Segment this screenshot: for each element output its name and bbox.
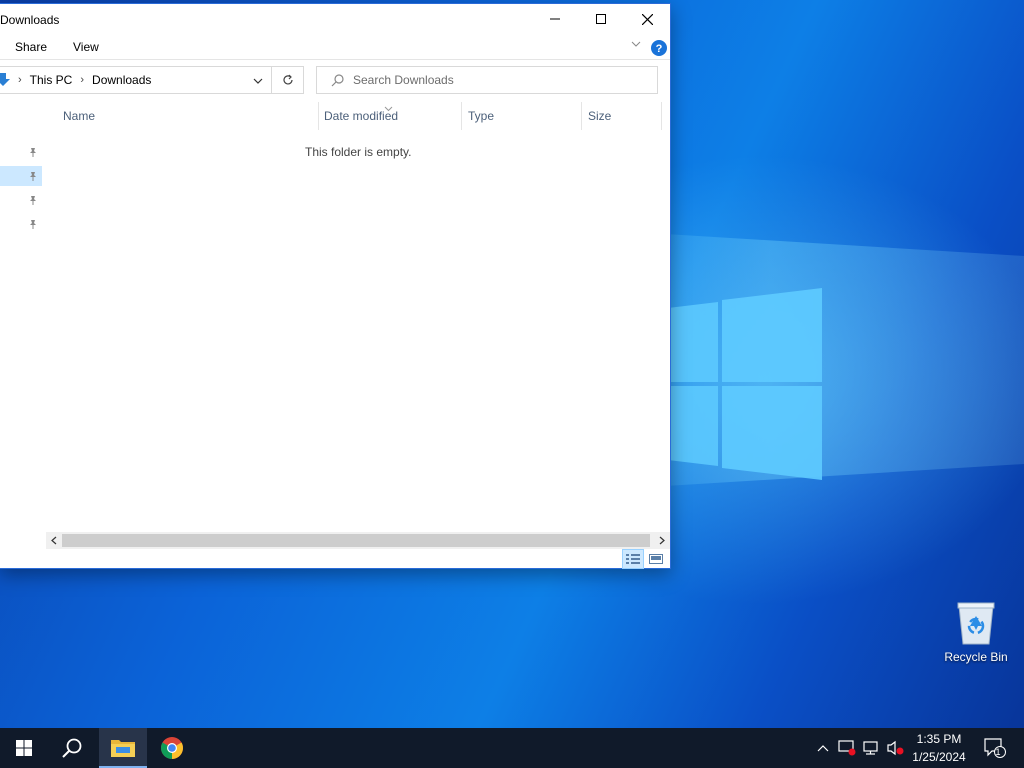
search-icon bbox=[331, 74, 344, 87]
close-button[interactable] bbox=[624, 4, 670, 34]
breadcrumb-this-pc[interactable]: This PC bbox=[30, 73, 73, 87]
volume-muted-icon bbox=[887, 740, 904, 756]
clock-date: 1/25/2024 bbox=[912, 750, 966, 764]
scrollbar-thumb[interactable] bbox=[62, 534, 650, 547]
column-header-size[interactable]: Size bbox=[588, 102, 611, 130]
refresh-icon bbox=[282, 74, 293, 85]
column-divider[interactable] bbox=[318, 102, 319, 130]
large-icons-view-icon bbox=[649, 554, 663, 564]
expand-ribbon-button[interactable] bbox=[630, 38, 642, 53]
nav-quick-access-item[interactable] bbox=[0, 166, 42, 186]
nav-quick-access-item[interactable] bbox=[0, 214, 42, 234]
nav-quick-access-item[interactable] bbox=[0, 142, 42, 162]
chevron-down-icon bbox=[631, 41, 641, 47]
empty-folder-message: This folder is empty. bbox=[305, 145, 412, 159]
taskbar-chrome[interactable] bbox=[148, 728, 196, 768]
column-divider[interactable] bbox=[461, 102, 462, 130]
pin-icon bbox=[30, 196, 36, 205]
pin-icon bbox=[30, 172, 36, 181]
start-button[interactable] bbox=[0, 728, 48, 768]
breadcrumb-separator-icon: › bbox=[18, 74, 22, 86]
column-divider[interactable] bbox=[661, 102, 662, 130]
breadcrumb-downloads[interactable]: Downloads bbox=[92, 73, 151, 87]
large-icons-view-button[interactable] bbox=[645, 549, 667, 569]
search-box[interactable]: Search Downloads bbox=[316, 66, 658, 94]
svg-text:?: ? bbox=[656, 43, 663, 55]
horizontal-scrollbar[interactable] bbox=[46, 532, 670, 549]
ribbon: Share View ? bbox=[0, 34, 670, 60]
search-input[interactable]: Search Downloads bbox=[353, 73, 454, 87]
clock-time: 1:35 PM bbox=[916, 732, 962, 746]
action-center-button[interactable]: 1 bbox=[980, 728, 1010, 768]
chevron-down-icon bbox=[253, 78, 263, 84]
file-explorer-icon bbox=[111, 740, 135, 757]
close-icon bbox=[641, 13, 653, 25]
chevron-right-icon bbox=[659, 536, 665, 545]
column-header-name[interactable]: Name bbox=[63, 102, 95, 130]
chrome-icon bbox=[161, 737, 183, 759]
nav-quick-access-item[interactable] bbox=[0, 190, 42, 210]
help-button[interactable]: ? bbox=[651, 40, 667, 59]
details-view-icon bbox=[626, 554, 640, 564]
volume-button[interactable] bbox=[884, 728, 906, 768]
address-bar[interactable]: › This PC › Downloads bbox=[0, 66, 272, 94]
taskbar: 1:35 PM 1/25/2024 1 bbox=[0, 728, 1024, 768]
windows-logo-wallpaper bbox=[668, 288, 822, 480]
title-bar[interactable]: Downloads bbox=[0, 4, 670, 34]
breadcrumb-separator-icon: › bbox=[80, 74, 85, 86]
recycle-bin-desktop-icon[interactable]: Recycle Bin bbox=[940, 600, 1012, 664]
scroll-right-button[interactable] bbox=[654, 532, 670, 549]
taskbar-search-button[interactable] bbox=[48, 728, 96, 768]
column-divider[interactable] bbox=[581, 102, 582, 130]
search-icon bbox=[62, 738, 82, 758]
maximize-button[interactable] bbox=[578, 4, 624, 34]
windows-start-icon bbox=[16, 740, 32, 756]
chevron-left-icon bbox=[51, 536, 57, 545]
notification-count-badge: 1 bbox=[995, 747, 1001, 757]
refresh-button[interactable] bbox=[272, 66, 304, 94]
pin-icon bbox=[30, 220, 36, 229]
window-title: Downloads bbox=[0, 13, 60, 27]
network-icon bbox=[863, 741, 878, 755]
chevron-up-icon bbox=[817, 745, 829, 752]
ribbon-tab-view[interactable]: View bbox=[73, 40, 99, 54]
network-status-button[interactable] bbox=[860, 728, 882, 768]
help-icon: ? bbox=[651, 40, 667, 56]
details-view-button[interactable] bbox=[622, 549, 644, 569]
tray-security-icon-button[interactable] bbox=[836, 728, 858, 768]
minimize-icon bbox=[550, 18, 560, 20]
show-hidden-icons-button[interactable] bbox=[814, 728, 832, 768]
sort-indicator-icon bbox=[384, 101, 393, 115]
device-warning-icon bbox=[838, 740, 856, 756]
file-explorer-window: Downloads Share View ? › This PC › Downl… bbox=[0, 3, 671, 569]
taskbar-clock[interactable]: 1:35 PM 1/25/2024 bbox=[904, 728, 974, 768]
recycle-bin-label: Recycle Bin bbox=[944, 650, 1008, 664]
address-history-dropdown[interactable] bbox=[252, 75, 264, 90]
maximize-icon bbox=[596, 14, 606, 24]
minimize-button[interactable] bbox=[532, 4, 578, 34]
pin-icon bbox=[30, 148, 36, 157]
column-header-type[interactable]: Type bbox=[468, 102, 494, 130]
ribbon-tab-share[interactable]: Share bbox=[15, 40, 47, 54]
taskbar-file-explorer[interactable] bbox=[99, 728, 147, 768]
recycle-bin-icon bbox=[957, 602, 995, 645]
scroll-left-button[interactable] bbox=[46, 532, 62, 549]
downloads-arrow-icon bbox=[0, 73, 10, 86]
